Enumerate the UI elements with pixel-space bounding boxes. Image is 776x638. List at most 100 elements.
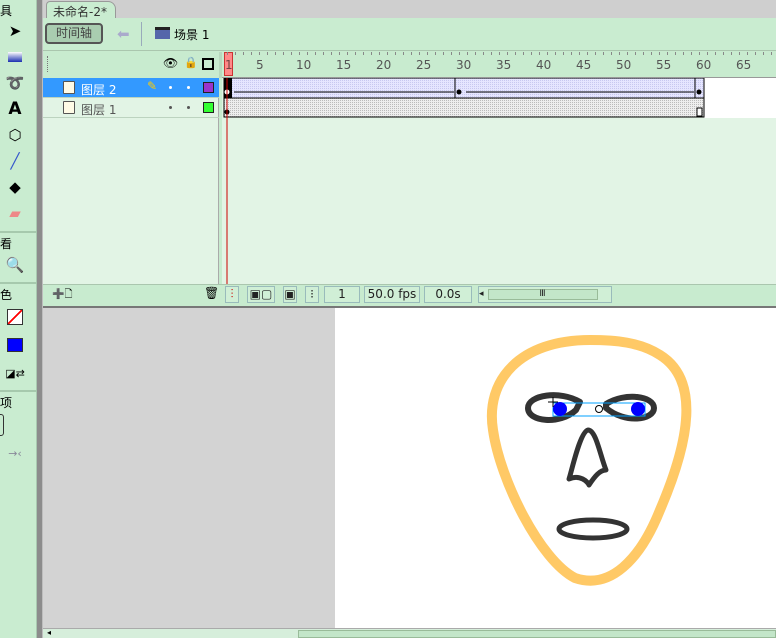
document-tab[interactable]: 未命名-2* [46,1,116,19]
scene-label[interactable]: 场景 1 [174,26,209,43]
paint-bucket-tool-icon[interactable]: ◆ [4,176,26,198]
frame-rate[interactable]: 50.0 fps [364,286,420,303]
timeline-scrollbar[interactable]: ◂ Ⅲ [478,286,612,303]
selection-tool-icon[interactable]: ➤ [4,20,26,42]
current-frame: 1 [324,286,360,303]
polygon-tool-icon[interactable]: ⬡ [4,124,26,146]
ruler-tick [499,52,500,55]
ruler-tick [339,52,340,55]
ruler-tick [243,52,244,55]
delete-layer-icon[interactable]: 🗑 [204,286,219,300]
visibility-dot[interactable] [169,106,172,109]
ruler-tick [627,52,628,55]
ruler-label: 10 [296,58,312,72]
grip-icon[interactable] [47,56,50,72]
transform-point [595,405,603,413]
lock-dot[interactable] [187,86,190,89]
frame-ruler[interactable]: 1 5 10 15 20 25 30 35 40 45 50 55 60 65 [222,52,776,78]
ruler-tick [771,52,772,55]
ruler-tick [395,52,396,55]
ruler-tick [331,52,332,55]
ruler-tick [659,52,660,55]
ruler-tick [683,52,684,55]
ruler-tick [747,52,748,55]
ruler-tick [563,52,564,55]
ruler-tick [579,52,580,55]
stage[interactable] [335,308,776,628]
ruler-tick [387,52,388,55]
fill-color-swatch[interactable] [4,334,26,356]
ruler-label: 65 [736,58,752,72]
ruler-tick [283,52,284,55]
ruler-tick [507,52,508,55]
left-pupil [553,402,567,416]
ruler-tick [275,52,276,55]
ruler-label: 15 [336,58,352,72]
zoom-tool-icon[interactable]: 🔍 [4,254,26,276]
insert-layer-icon[interactable]: ➕🗋 [52,287,73,304]
layer-row[interactable]: 图层 2 ✎ [43,78,219,98]
gradient-transform-tool-icon[interactable] [4,46,26,68]
text-tool-icon[interactable]: A [4,98,26,120]
ruler-tick [227,52,228,55]
ruler-tick [603,52,604,55]
ruler-tick [699,52,700,55]
lock-icon[interactable]: 🔒 [184,56,198,69]
stroke-color-swatch[interactable] [4,306,26,328]
outline-icon[interactable] [202,58,214,70]
ruler-tick [451,52,452,55]
pasteboard [43,308,335,628]
modify-onion-markers-button[interactable]: ⁝ [305,286,319,303]
edit-multiple-frames-button[interactable]: ▣ [283,286,297,303]
ruler-tick [587,52,588,55]
option-button[interactable] [0,414,4,436]
ruler-label: 50 [616,58,632,72]
pencil-icon: ✎ [147,79,158,93]
timeline-toggle-button[interactable]: 时间轴 [45,23,103,44]
ruler-tick [347,52,348,55]
layer-row[interactable]: 图层 1 [43,98,219,118]
ruler-tick [291,52,292,55]
visibility-dot[interactable] [169,86,172,89]
back-arrow-icon[interactable]: ⬅ [117,25,130,43]
snap-icon[interactable]: →‹ [4,442,26,464]
layer-name[interactable]: 图层 1 [81,101,116,118]
lasso-tool-icon[interactable]: ➰ [4,72,26,94]
ruler-tick [691,52,692,55]
ruler-tick [763,52,764,55]
layer-icon [63,81,75,94]
layer-name[interactable]: 图层 2 [81,81,116,98]
onion-skin-button[interactable]: ▣▢ [247,286,275,303]
edit-bar: 时间轴 ⬅ 场景 1 [43,18,776,51]
ruler-tick [459,52,460,55]
ruler-tick [515,52,516,55]
ruler-label: 45 [576,58,592,72]
eraser-tool-icon[interactable]: ▰ [4,202,26,224]
end-frame-marker [696,107,703,117]
view-section-label: 看 [0,231,37,252]
stage-horizontal-scrollbar[interactable]: ◂ [43,628,776,638]
frames-area[interactable] [222,78,776,284]
center-frame-button[interactable]: ⫶ [225,286,239,303]
ruler-tick [251,52,252,55]
lock-dot[interactable] [187,106,190,109]
ruler-tick [635,52,636,55]
ruler-tick [619,52,620,55]
ruler-tick [539,52,540,55]
layers-list: 图层 2 ✎ 图层 1 [43,78,219,284]
layer-color-swatch[interactable] [203,82,214,93]
layer-color-swatch[interactable] [203,102,214,113]
ruler-label: 30 [456,58,472,72]
swap-colors-icon[interactable]: ◪⇄ [4,362,26,384]
show-hide-eye-icon[interactable]: 👁 [163,56,178,70]
ruler-label: 35 [496,58,512,72]
timeline-status-bar: ➕🗋 🗑 ⫶ ▣▢ ▣ ⁝ 1 50.0 fps 0.0s ◂ Ⅲ [43,284,776,304]
ruler-label: 25 [416,58,432,72]
ruler-tick [259,52,260,55]
options-section-label: 项 [0,390,37,411]
ruler-tick [611,52,612,55]
brush-tool-icon[interactable]: ╱ [4,150,26,172]
ruler-label: 5 [256,58,264,72]
ruler-tick [267,52,268,55]
ruler-tick [523,52,524,55]
